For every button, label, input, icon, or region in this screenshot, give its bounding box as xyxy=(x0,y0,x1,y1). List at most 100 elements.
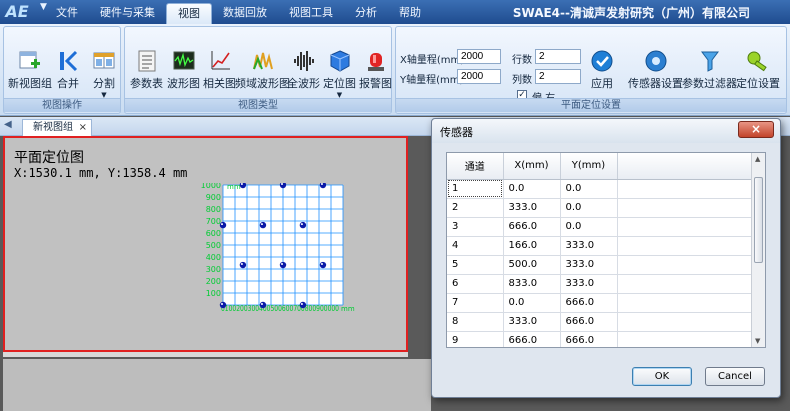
view-bottom-strip xyxy=(3,352,408,357)
cell-y[interactable]: 666.0 xyxy=(560,312,618,332)
cell-y[interactable]: 0.0 xyxy=(560,179,618,199)
scroll-thumb[interactable] xyxy=(754,177,763,263)
cancel-button[interactable]: Cancel xyxy=(705,367,765,386)
cell-channel[interactable]: 1 xyxy=(447,179,504,199)
cell-x[interactable]: 0.0 xyxy=(503,179,561,199)
cell-empty xyxy=(617,255,753,275)
menu-file[interactable]: 文件 xyxy=(45,3,89,24)
param-filter-button[interactable]: 参数过滤器 xyxy=(682,49,737,91)
cell-channel[interactable]: 4 xyxy=(447,236,504,256)
new-view-group-button[interactable]: 新视图组 xyxy=(8,49,52,91)
cell-y[interactable]: 333.0 xyxy=(560,274,618,294)
dialog-title-bar[interactable]: 传感器 × xyxy=(432,119,780,143)
cell-y[interactable]: 666.0 xyxy=(560,331,618,347)
scroll-up-icon[interactable]: ▲ xyxy=(755,155,760,163)
rows-input[interactable] xyxy=(535,49,581,64)
menu-hardware[interactable]: 硬件与采集 xyxy=(89,3,166,24)
sensor-grid[interactable]: 通道 X(mm) Y(mm) 1 0.0 0.0 2 333.0 0.0 3 666.0 0.0… xyxy=(446,152,766,348)
cell-x[interactable]: 333.0 xyxy=(503,312,561,332)
correlation-button[interactable]: 相关图 xyxy=(203,49,236,91)
cell-channel[interactable]: 9 xyxy=(447,331,504,347)
param-table-button[interactable]: 参数表 xyxy=(130,49,163,91)
x-range-input[interactable] xyxy=(457,49,501,64)
cell-x[interactable]: 666.0 xyxy=(503,331,561,347)
group-view-types-label: 视图类型 xyxy=(125,98,391,112)
cell-x[interactable]: 833.0 xyxy=(503,274,561,294)
cell-y[interactable]: 333.0 xyxy=(560,255,618,275)
freq-waveform-button[interactable]: 频域波形图 xyxy=(235,49,290,91)
tab-new-view-group[interactable]: 新视图组 × xyxy=(22,119,92,136)
menu-analysis[interactable]: 分析 xyxy=(344,3,388,24)
cell-channel[interactable]: 3 xyxy=(447,217,504,237)
y-tick-label: 500 xyxy=(206,241,221,250)
cell-channel[interactable]: 7 xyxy=(447,293,504,313)
menu-view[interactable]: 视图 xyxy=(166,3,212,24)
location-settings-button[interactable]: 定位设置 xyxy=(736,49,780,91)
table-row[interactable]: 6 833.0 333.0 xyxy=(447,274,753,294)
table-row[interactable]: 9 666.0 666.0 xyxy=(447,331,753,347)
table-row[interactable]: 7 0.0 666.0 xyxy=(447,293,753,313)
param-filter-label: 参数过滤器 xyxy=(682,77,737,90)
col-header-x[interactable]: X(mm) xyxy=(503,153,561,180)
table-row[interactable]: 5 500.0 333.0 xyxy=(447,255,753,275)
grid-scrollbar[interactable]: ▲ ▼ xyxy=(751,153,765,347)
sensor-point xyxy=(279,261,287,269)
group-planar-settings: X轴量程(mm) Y轴量程(mm) 行数 列数 ✓ 偏 右 应用 传感器设置 xyxy=(395,26,787,114)
y-tick-label: 200 xyxy=(206,277,221,286)
cols-label: 列数 xyxy=(512,75,532,86)
full-waveform-button[interactable]: 全波形 xyxy=(287,49,320,91)
app-logo[interactable]: AE xyxy=(2,0,32,22)
sensor-settings-button[interactable]: 传感器设置 xyxy=(628,49,683,91)
group-planar-settings-label: 平面定位设置 xyxy=(396,98,786,112)
cell-y[interactable]: 0.0 xyxy=(560,217,618,237)
alarm-map-button[interactable]: 报警图 xyxy=(359,49,392,91)
cell-x[interactable]: 666.0 xyxy=(503,217,561,237)
cell-channel[interactable]: 5 xyxy=(447,255,504,275)
tab-close-icon[interactable]: × xyxy=(79,120,87,135)
cell-y[interactable]: 666.0 xyxy=(560,293,618,313)
y-range-input[interactable] xyxy=(457,69,501,84)
dialog-title: 传感器 xyxy=(440,126,473,139)
table-row[interactable]: 4 166.0 333.0 xyxy=(447,236,753,256)
apply-button[interactable]: 应用 xyxy=(590,49,614,91)
correlation-label: 相关图 xyxy=(203,77,236,90)
sensor-point xyxy=(259,221,267,229)
new-view-group-label: 新视图组 xyxy=(8,77,52,90)
scroll-down-icon[interactable]: ▼ xyxy=(755,337,760,345)
ok-button[interactable]: OK xyxy=(632,367,692,386)
waveform-button[interactable]: 波形图 xyxy=(167,49,200,91)
group-view-ops-label: 视图操作 xyxy=(4,98,120,112)
cell-x[interactable]: 500.0 xyxy=(503,255,561,275)
location-plot[interactable]: 1000 900 800 700 600 500 400 300 200 100 mm 01002… xyxy=(195,183,355,313)
tab-scroll-left-icon[interactable]: ◀ xyxy=(4,119,12,130)
menu-replay[interactable]: 数据回放 xyxy=(212,3,278,24)
cell-x[interactable]: 166.0 xyxy=(503,236,561,256)
sensor-dialog: 传感器 × 通道 X(mm) Y(mm) 1 0.0 0.0 2 333.0 0.0 3 66… xyxy=(431,118,781,398)
table-row[interactable]: 3 666.0 0.0 xyxy=(447,217,753,237)
cell-empty xyxy=(617,331,753,347)
split-button[interactable]: 分割 ▼ xyxy=(92,49,116,99)
location-map-button[interactable]: 定位图 ▼ xyxy=(323,49,356,99)
table-row[interactable]: 1 0.0 0.0 xyxy=(447,179,753,199)
cell-y[interactable]: 0.0 xyxy=(560,198,618,218)
planar-location-view[interactable]: 平面定位图 X:1530.1 mm, Y:1358.4 mm 1000 900 80… xyxy=(3,136,408,352)
cell-x[interactable]: 0.0 xyxy=(503,293,561,313)
dialog-close-button[interactable]: × xyxy=(738,121,774,138)
col-header-y[interactable]: Y(mm) xyxy=(560,153,618,180)
sensor-point-highlight xyxy=(320,263,323,266)
cell-y[interactable]: 333.0 xyxy=(560,236,618,256)
y-tick-label: 900 xyxy=(206,193,221,202)
col-header-channel[interactable]: 通道 xyxy=(447,153,504,180)
menu-view-tools[interactable]: 视图工具 xyxy=(278,3,344,24)
checkmark-icon xyxy=(591,50,613,72)
menu-help[interactable]: 帮助 xyxy=(388,3,432,24)
cols-input[interactable] xyxy=(535,69,581,84)
location-map-label: 定位图 xyxy=(323,77,356,90)
table-row[interactable]: 2 333.0 0.0 xyxy=(447,198,753,218)
cell-channel[interactable]: 8 xyxy=(447,312,504,332)
table-row[interactable]: 8 333.0 666.0 xyxy=(447,312,753,332)
cell-channel[interactable]: 6 xyxy=(447,274,504,294)
cell-channel[interactable]: 2 xyxy=(447,198,504,218)
merge-button[interactable]: 合并 xyxy=(56,49,80,91)
cell-x[interactable]: 333.0 xyxy=(503,198,561,218)
